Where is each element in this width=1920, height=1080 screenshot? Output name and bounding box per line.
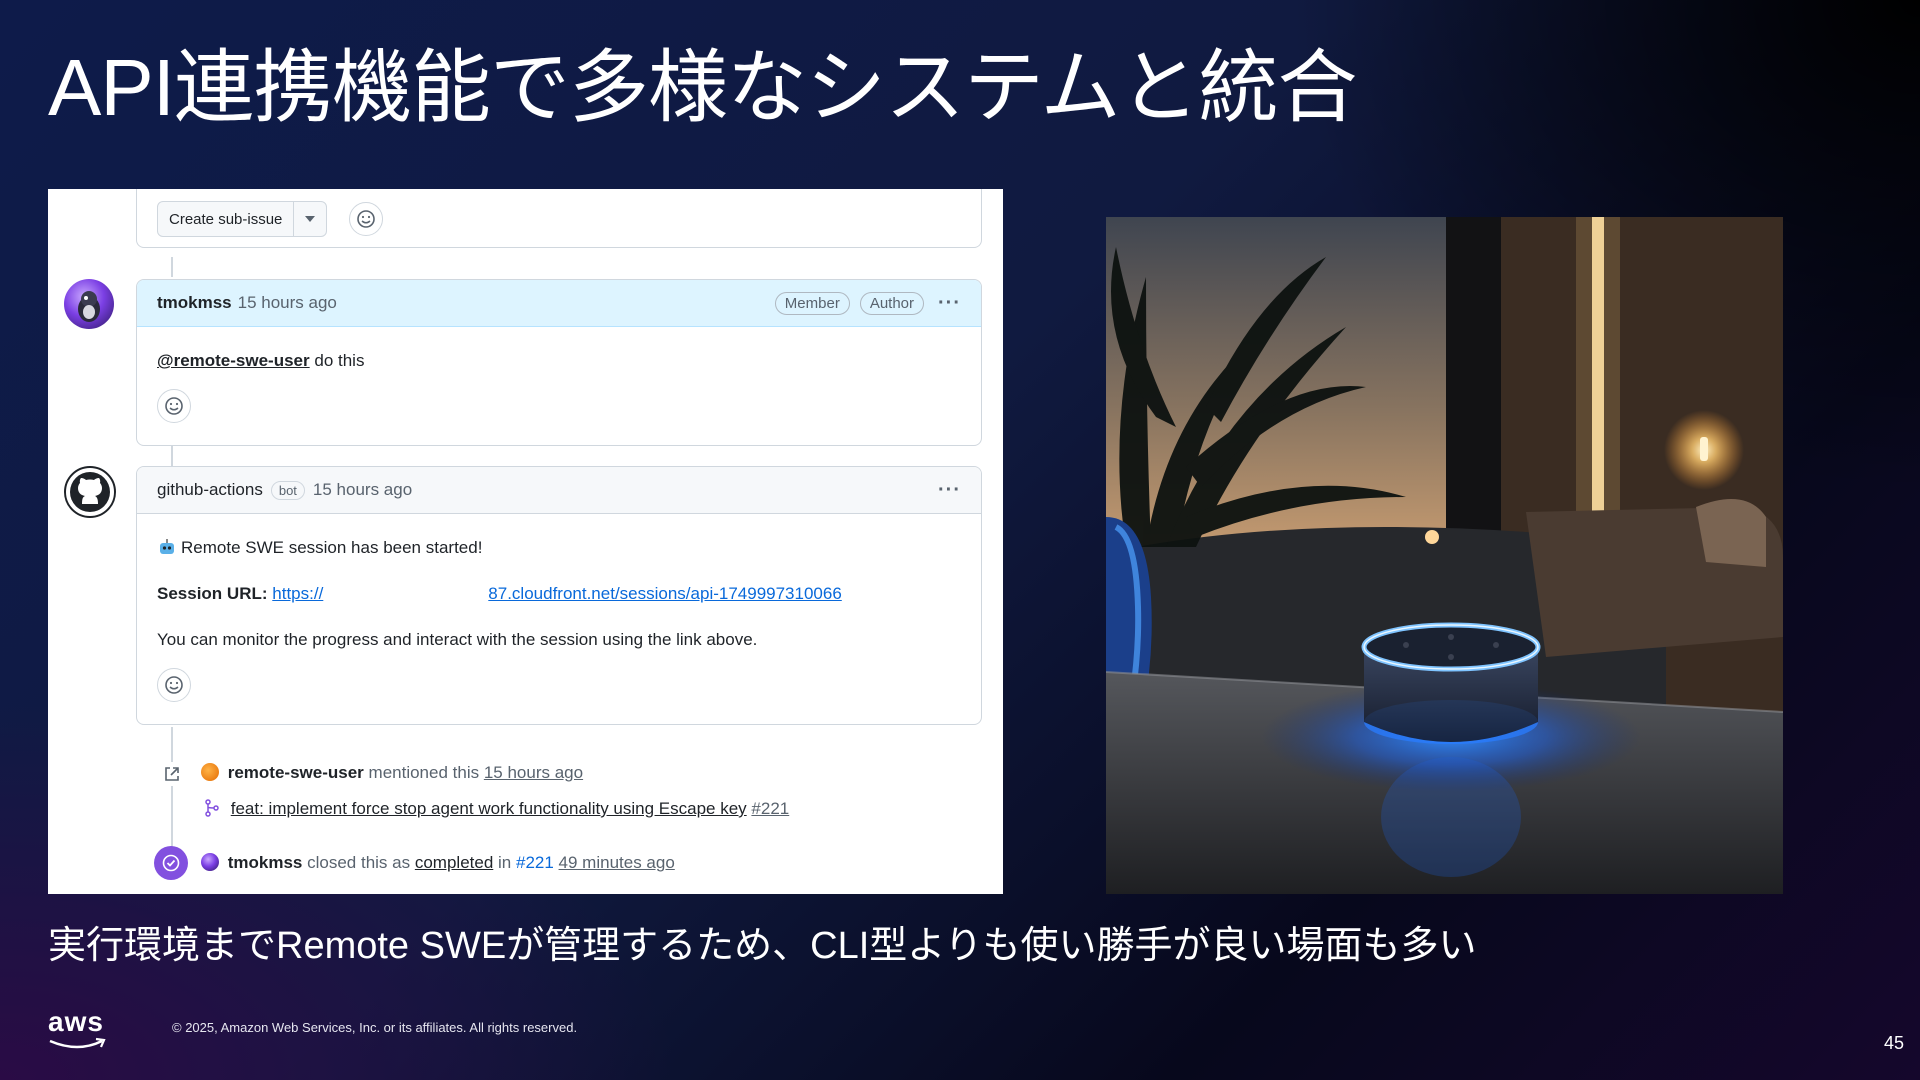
comment-author[interactable]: tmokmss <box>157 293 232 313</box>
author-badge: Author <box>859 291 925 315</box>
pr-title-link[interactable]: feat: implement force stop agent work fu… <box>231 799 747 818</box>
closed-event: tmokmss closed this as completed in #221… <box>201 853 675 873</box>
github-issue-screenshot: Create sub-issue tmokmss 15 hours ago Me… <box>48 189 1003 894</box>
comment-card-github-actions: github-actions bot 15 hours ago ··· Remo… <box>136 466 982 725</box>
kebab-menu-icon[interactable]: ··· <box>938 292 961 315</box>
pr-reference: feat: implement force stop agent work fu… <box>204 799 789 819</box>
add-reaction-smiley-icon[interactable] <box>157 389 191 423</box>
event-user[interactable]: remote-swe-user <box>228 763 364 782</box>
cross-reference-icon <box>160 762 184 786</box>
session-url-line: Session URL: https://87.cloudfront.net/s… <box>157 582 961 606</box>
comment-time[interactable]: 15 hours ago <box>238 293 337 313</box>
timeline-connector <box>171 257 173 277</box>
comment-text: do this <box>314 351 365 370</box>
create-sub-issue-button[interactable]: Create sub-issue <box>158 202 295 236</box>
issue-body-card: Create sub-issue <box>136 189 982 248</box>
remote-swe-user-avatar[interactable] <box>201 763 219 781</box>
event-user[interactable]: tmokmss <box>228 853 303 872</box>
monitor-line: You can monitor the progress and interac… <box>157 630 758 649</box>
mention-link[interactable]: @remote-swe-user <box>157 351 310 370</box>
create-sub-issue-split-button[interactable]: Create sub-issue <box>157 201 328 237</box>
comment-card-tmokmss: tmokmss 15 hours ago Member Author ··· @… <box>136 279 982 446</box>
comment-header: tmokmss 15 hours ago Member Author ··· <box>137 280 981 327</box>
slide-title: API連携機能で多様なシステムと統合 <box>48 43 1358 132</box>
robot-icon <box>157 538 177 556</box>
in-word: in <box>498 853 512 872</box>
comment-header: github-actions bot 15 hours ago ··· <box>137 467 981 514</box>
session-started-line: Remote SWE session has been started! <box>157 536 961 560</box>
event-time[interactable]: 49 minutes ago <box>559 853 675 872</box>
tmokmss-small-avatar[interactable] <box>201 853 219 871</box>
add-reaction-smiley-icon[interactable] <box>157 668 191 702</box>
pr-number[interactable]: #221 <box>751 799 789 818</box>
tmokmss-avatar[interactable] <box>64 279 114 329</box>
slide-subtitle: 実行環境までRemote SWEが管理するため、CLI型よりも使い勝手が良い場面… <box>48 925 1477 967</box>
comment-body: Remote SWE session has been started! Ses… <box>137 514 981 702</box>
kebab-menu-icon[interactable]: ··· <box>938 479 961 502</box>
mention-event: remote-swe-user mentioned this 15 hours … <box>201 763 583 783</box>
session-url-label: Session URL: <box>157 584 268 603</box>
copyright-text: © 2025, Amazon Web Services, Inc. or its… <box>172 1020 578 1035</box>
pull-request-icon <box>204 799 220 817</box>
completed-link[interactable]: completed <box>415 853 493 872</box>
github-actions-avatar[interactable] <box>64 466 116 518</box>
closed-completed-icon <box>154 846 188 880</box>
aws-logo: aws <box>48 1008 108 1050</box>
session-url-link[interactable]: https://87.cloudfront.net/sessions/api-1… <box>272 584 842 603</box>
add-reaction-smiley-icon[interactable] <box>349 202 383 236</box>
member-badge: Member <box>774 291 850 315</box>
caret-down-icon[interactable] <box>294 202 326 236</box>
comment-author[interactable]: github-actions <box>157 480 263 500</box>
page-number: 45 <box>1883 1033 1904 1053</box>
event-action: mentioned this <box>368 763 480 782</box>
event-time[interactable]: 15 hours ago <box>484 763 583 782</box>
event-action: closed this as <box>307 853 411 872</box>
pr-ref-link[interactable]: #221 <box>516 853 554 872</box>
comment-time[interactable]: 15 hours ago <box>313 480 412 500</box>
smart-speaker-photo <box>1106 217 1783 894</box>
comment-body: @remote-swe-user do this <box>137 327 981 423</box>
bot-badge: bot <box>270 480 305 500</box>
